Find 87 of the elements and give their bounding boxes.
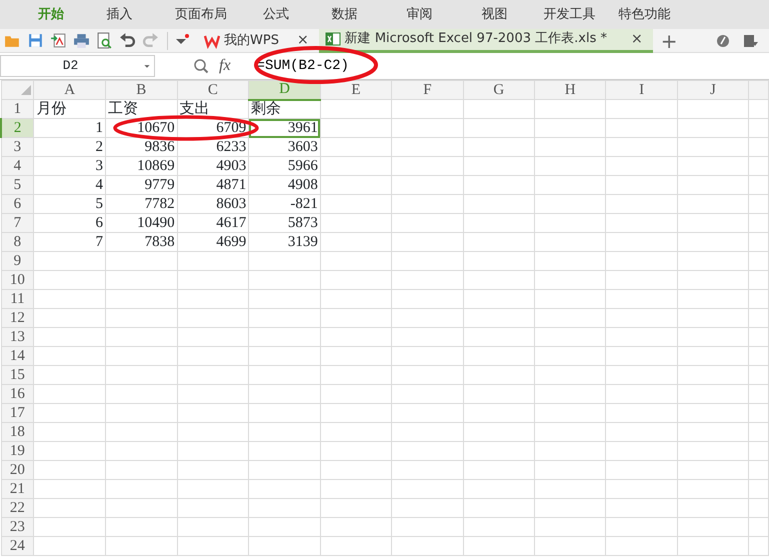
print-preview-icon[interactable]: [96, 32, 113, 49]
row-header[interactable]: 3: [1, 138, 34, 156]
column-header[interactable]: B: [105, 80, 178, 100]
column-header[interactable]: G: [463, 80, 534, 100]
table-cell: 2: [34, 138, 106, 156]
table-cell: 10490: [105, 214, 178, 232]
table-cell: 7782: [105, 194, 178, 214]
table-cell: 9779: [105, 176, 178, 194]
row-header[interactable]: 10: [1, 270, 34, 290]
table-cell: 9836: [105, 138, 178, 156]
save-icon[interactable]: [27, 32, 44, 49]
table-cell: 4699: [177, 232, 249, 252]
table-cell: 4871: [177, 176, 249, 194]
undo-icon[interactable]: [119, 32, 136, 49]
table-cell: 3961: [248, 118, 320, 138]
row-header[interactable]: 22: [1, 498, 34, 518]
table-cell: 5873: [248, 214, 320, 232]
table-cell: 剩余: [248, 100, 320, 118]
table-cell: -821: [248, 194, 320, 214]
row-header[interactable]: 21: [1, 480, 34, 498]
row-header[interactable]: 12: [1, 308, 34, 328]
menu-dropdown-icon[interactable]: [743, 32, 759, 48]
column-header[interactable]: C: [177, 80, 249, 100]
column-header[interactable]: F: [392, 80, 464, 100]
table-cell: 3603: [248, 138, 320, 156]
row-header[interactable]: 19: [1, 442, 34, 460]
document-tab[interactable]: 我的WPS ×: [198, 28, 319, 52]
pdf-export-icon[interactable]: [50, 32, 67, 49]
row-header[interactable]: 4: [1, 156, 34, 176]
table-cell: 3139: [248, 232, 320, 252]
table-cell: 6233: [177, 138, 249, 156]
row-header[interactable]: 1: [1, 100, 34, 118]
ribbon-tab[interactable]: 开发工具: [532, 0, 607, 29]
table-cell: 8603: [177, 194, 249, 214]
column-header[interactable]: I: [606, 80, 678, 100]
tab-label: 新建 Microsoft Excel 97-2003 工作表.xls *: [344, 30, 607, 48]
table-cell: 工资: [105, 100, 178, 118]
row-header[interactable]: 17: [1, 404, 34, 422]
name-box[interactable]: D2: [0, 55, 155, 77]
ribbon-tab[interactable]: 视图: [457, 0, 532, 29]
row-header[interactable]: 15: [1, 366, 34, 384]
table-cell: 7838: [105, 232, 178, 252]
row-header[interactable]: 9: [1, 252, 34, 270]
table-cell: 月份: [34, 100, 106, 118]
close-tab-button[interactable]: ×: [292, 30, 313, 51]
ribbon-tab[interactable]: 页面布局: [157, 0, 245, 29]
row-header[interactable]: 6: [1, 194, 34, 214]
table-cell: 支出: [177, 100, 249, 118]
table-cell: 10670: [105, 118, 178, 138]
close-tab-button[interactable]: ×: [626, 28, 647, 50]
row-header[interactable]: 7: [1, 214, 34, 232]
table-cell: 4903: [177, 156, 249, 176]
table-cell: 10869: [105, 156, 178, 176]
table-cell: 4908: [248, 176, 320, 194]
table-cell: 6: [34, 214, 106, 232]
row-header[interactable]: 16: [1, 384, 34, 404]
table-cell: 4: [34, 176, 106, 194]
table-cell: 1: [34, 118, 106, 138]
column-header[interactable]: J: [677, 80, 749, 100]
row-header[interactable]: 24: [1, 536, 34, 556]
table-cell: 4617: [177, 214, 249, 232]
row-header[interactable]: 5: [1, 176, 34, 194]
row-header[interactable]: 20: [1, 460, 34, 480]
table-cell: 5: [34, 194, 106, 214]
row-header[interactable]: 13: [1, 328, 34, 346]
row-header[interactable]: 8: [1, 232, 34, 252]
column-header[interactable]: A: [34, 80, 106, 100]
column-header[interactable]: E: [320, 80, 392, 100]
row-header[interactable]: 14: [1, 346, 34, 366]
column-header[interactable]: H: [534, 80, 606, 100]
printer-icon[interactable]: [73, 32, 90, 49]
table-cell: 7: [34, 232, 106, 252]
row-header[interactable]: 11: [1, 290, 34, 308]
ribbon-tab[interactable]: 审阅: [382, 0, 457, 29]
spreadsheet-icon: [324, 31, 341, 47]
zoom-icon[interactable]: [193, 58, 209, 74]
ribbon-tab[interactable]: 数据: [307, 0, 382, 29]
row-header[interactable]: 18: [1, 422, 34, 442]
insert-function-button[interactable]: fx: [219, 54, 231, 78]
ribbon-tab[interactable]: 插入: [82, 0, 157, 29]
document-tab[interactable]: 新建 Microsoft Excel 97-2003 工作表.xls * ×: [318, 28, 653, 52]
row-header[interactable]: 23: [1, 518, 34, 536]
table-cell: 3: [34, 156, 106, 176]
table-cell: 5966: [248, 156, 320, 176]
ribbon-tab[interactable]: 公式: [245, 0, 307, 29]
tab-label: 我的WPS: [224, 32, 279, 50]
corner-triangle-icon: [21, 85, 32, 95]
